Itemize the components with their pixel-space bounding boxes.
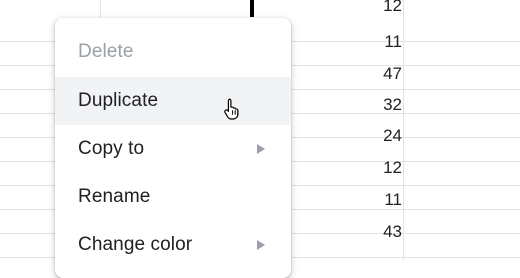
menu-item-label: Copy to <box>78 138 145 159</box>
chevron-right-icon <box>257 144 265 154</box>
hand-pointer-icon <box>224 98 239 120</box>
menu-item-delete: Delete <box>55 28 291 76</box>
grid-column-divider <box>403 0 404 260</box>
active-cell-border <box>250 0 254 17</box>
menu-item-label: Delete <box>78 41 134 62</box>
menu-item-change-color[interactable]: Change color <box>55 221 291 269</box>
menu-item-label: Rename <box>78 186 151 207</box>
menu-item-label: Change color <box>78 234 193 255</box>
menu-item-rename[interactable]: Rename <box>55 173 291 221</box>
menu-item-duplicate[interactable]: Duplicate <box>55 77 291 125</box>
cell-value[interactable]: 43 <box>300 220 402 268</box>
chevron-right-icon <box>257 240 265 250</box>
sheet-tab-context-menu: Delete Duplicate Copy to Rename Change c… <box>55 18 291 278</box>
menu-item-label: Duplicate <box>78 90 159 111</box>
menu-item-copy-to[interactable]: Copy to <box>55 125 291 173</box>
